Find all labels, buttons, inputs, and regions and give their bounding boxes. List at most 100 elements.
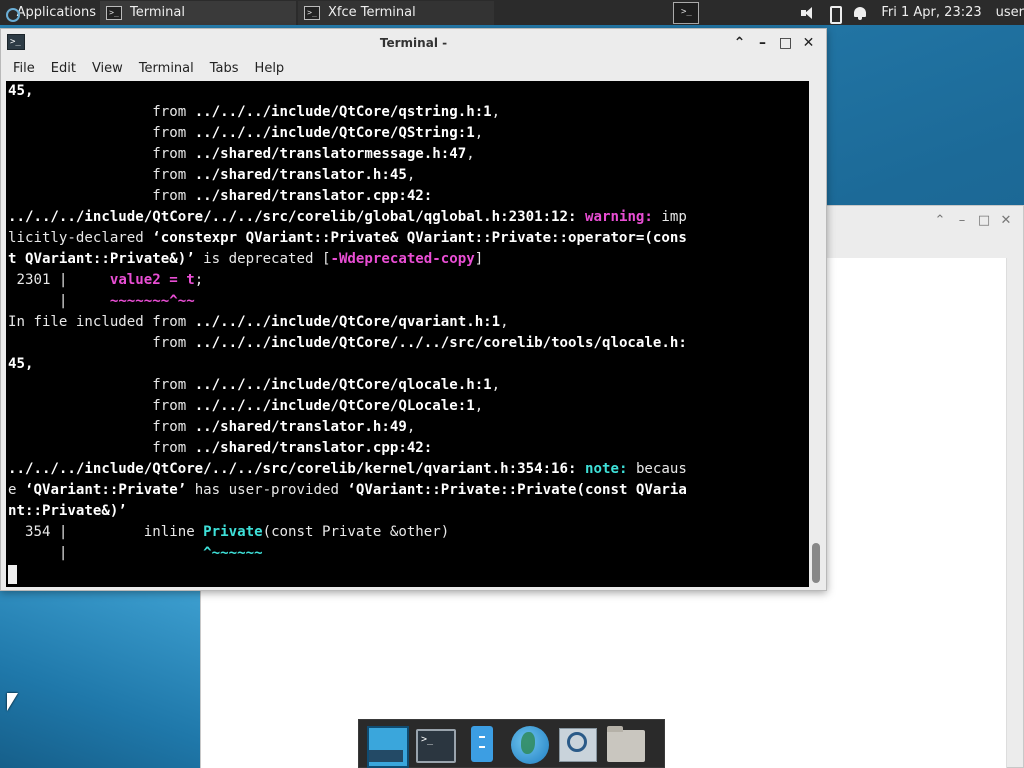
term-line-prefix: 2301 | bbox=[8, 272, 110, 288]
folder-icon[interactable] bbox=[603, 722, 647, 766]
minimize-icon[interactable]: – bbox=[951, 213, 973, 228]
term-line-prefix: from bbox=[8, 167, 195, 183]
mouse-pointer-icon bbox=[7, 693, 18, 711]
term-path: ../../../include/QtCore/QString:1 bbox=[194, 125, 475, 141]
term-text-segment: ; bbox=[194, 272, 204, 288]
source-highlight: Private bbox=[203, 524, 263, 540]
term-line: 45, bbox=[8, 83, 34, 99]
term-line-prefix: from bbox=[8, 419, 195, 435]
dock bbox=[358, 719, 665, 768]
term-text-segment: ] bbox=[474, 251, 484, 267]
terminal-scrollbar[interactable] bbox=[809, 81, 823, 587]
terminal-output[interactable]: 45, from ../../../include/QtCore/qstring… bbox=[6, 81, 809, 587]
term-line-prefix: from bbox=[8, 188, 195, 204]
minimize-icon[interactable]: – bbox=[751, 32, 774, 54]
term-line-prefix: from bbox=[8, 335, 195, 351]
term-path: ../shared/translator.h:45 bbox=[194, 167, 407, 183]
maximize-icon[interactable]: □ bbox=[774, 32, 797, 54]
term-text-segment: licitly-declared bbox=[8, 230, 153, 246]
menu-terminal[interactable]: Terminal bbox=[131, 61, 202, 76]
window-title: Terminal - bbox=[379, 35, 448, 50]
term-path: ../shared/translator.h:49 bbox=[194, 419, 407, 435]
scrollbar-thumb[interactable] bbox=[812, 543, 820, 583]
term-line-prefix: from bbox=[8, 125, 195, 141]
terminal-icon: >_ bbox=[106, 5, 122, 20]
workspace-switcher[interactable]: >_ bbox=[673, 1, 700, 24]
term-path: ../shared/translatormessage.h:47 bbox=[194, 146, 467, 162]
terminal-text: 45, from ../../../include/QtCore/qstring… bbox=[8, 81, 687, 585]
term-code-ref: t QVariant::Private&)’ bbox=[8, 251, 195, 267]
applications-menu[interactable]: Applications bbox=[0, 0, 100, 25]
term-line-prefix: from bbox=[8, 440, 195, 456]
term-path: ../../../include/QtCore/../../src/coreli… bbox=[194, 335, 687, 351]
term-line-prefix: from bbox=[8, 104, 195, 120]
close-icon[interactable]: ✕ bbox=[797, 32, 820, 54]
menu-file[interactable]: File bbox=[5, 61, 43, 76]
app-finder-icon[interactable] bbox=[555, 722, 599, 766]
term-path: ../../../include/QtCore/../../src/coreli… bbox=[8, 461, 577, 477]
warning-flag: -Wdeprecated-copy bbox=[330, 251, 475, 267]
term-line-prefix: In file included from bbox=[8, 314, 195, 330]
taskbar-item-xfce-terminal[interactable]: >_ Xfce Terminal bbox=[298, 0, 494, 25]
chevron-up-icon[interactable]: ⌃ bbox=[728, 32, 751, 54]
top-panel: Applications >_ Terminal >_ Xfce Termina… bbox=[0, 0, 1024, 25]
maximize-icon[interactable]: □ bbox=[973, 213, 995, 228]
system-tray: Fri 1 Apr, 23:23 user bbox=[795, 5, 1024, 24]
term-path: ../../../include/QtCore/../../src/coreli… bbox=[8, 209, 577, 225]
term-code-ref: ‘constexpr QVariant::Private& QVariant::… bbox=[152, 230, 687, 246]
source-highlight: value2 = t bbox=[109, 272, 195, 288]
terminal-icon: >_ bbox=[304, 5, 320, 20]
close-icon[interactable]: ✕ bbox=[995, 213, 1017, 228]
user-menu[interactable]: user bbox=[996, 5, 1024, 20]
taskbar-item-terminal[interactable]: >_ Terminal bbox=[100, 0, 296, 25]
term-code-ref: nt::Private&)’ bbox=[8, 503, 127, 519]
term-text-segment: (const Private &other) bbox=[262, 524, 450, 540]
taskbar-item-label: Terminal bbox=[130, 5, 185, 20]
file-manager-icon[interactable] bbox=[459, 722, 503, 766]
term-line-prefix: 354 | inline bbox=[8, 524, 204, 540]
term-line: 45, bbox=[8, 356, 34, 372]
volume-icon[interactable] bbox=[800, 5, 816, 21]
window-controls: ⌃ – □ ✕ bbox=[728, 32, 820, 54]
term-code-ref: ‘QVariant::Private’ bbox=[24, 482, 187, 498]
notification-bell-icon[interactable] bbox=[852, 5, 868, 21]
term-path: ../../../include/QtCore/qvariant.h:1 bbox=[194, 314, 501, 330]
term-text-segment: imp bbox=[652, 209, 687, 225]
term-text-segment: is deprecated [ bbox=[194, 251, 331, 267]
term-line-prefix: from bbox=[8, 377, 195, 393]
xfce-logo-icon bbox=[4, 6, 20, 22]
menu-view[interactable]: View bbox=[84, 61, 131, 76]
web-browser-icon[interactable] bbox=[507, 722, 551, 766]
term-text-segment: e bbox=[8, 482, 25, 498]
term-code-ref: ‘QVariant::Private::Private(const QVaria bbox=[347, 482, 687, 498]
terminal-titlebar[interactable]: >_ Terminal - ⌃ – □ ✕ bbox=[1, 29, 826, 56]
term-line-prefix: from bbox=[8, 398, 195, 414]
menu-bar: File Edit View Terminal Tabs Help bbox=[1, 56, 826, 81]
term-text-segment: has user-provided bbox=[186, 482, 348, 498]
term-path: ../shared/translator.cpp:42: bbox=[194, 440, 433, 456]
term-path: ../../../include/QtCore/qstring.h:1 bbox=[194, 104, 492, 120]
taskbar-item-label: Xfce Terminal bbox=[328, 5, 416, 20]
desktop-wallpaper-accent bbox=[0, 590, 200, 768]
term-text-segment: becaus bbox=[627, 461, 687, 477]
warning-label: warning: bbox=[585, 209, 653, 225]
battery-icon[interactable] bbox=[826, 5, 843, 24]
terminal-app-icon[interactable]: >_ bbox=[7, 34, 25, 50]
term-path: ../../../include/QtCore/QLocale:1 bbox=[194, 398, 475, 414]
text-cursor bbox=[8, 565, 17, 584]
menu-help[interactable]: Help bbox=[247, 61, 293, 76]
terminal-launcher-icon[interactable] bbox=[411, 722, 456, 766]
terminal-window[interactable]: >_ Terminal - ⌃ – □ ✕ File Edit View Ter… bbox=[0, 28, 827, 591]
term-line-prefix: | bbox=[8, 293, 110, 309]
menu-edit[interactable]: Edit bbox=[43, 61, 84, 76]
term-path: ../shared/translator.cpp:42: bbox=[194, 188, 433, 204]
term-line-prefix: | bbox=[8, 545, 204, 561]
menu-tabs[interactable]: Tabs bbox=[202, 61, 247, 76]
clock[interactable]: Fri 1 Apr, 23:23 bbox=[881, 5, 981, 20]
chevron-up-icon[interactable]: ⌃ bbox=[929, 213, 951, 228]
note-label: note: bbox=[585, 461, 628, 477]
term-line-prefix: from bbox=[8, 146, 195, 162]
applications-label: Applications bbox=[16, 5, 96, 20]
caret-marker: ~~~~~~~^~~ bbox=[109, 293, 195, 309]
show-desktop-icon[interactable] bbox=[363, 722, 409, 768]
